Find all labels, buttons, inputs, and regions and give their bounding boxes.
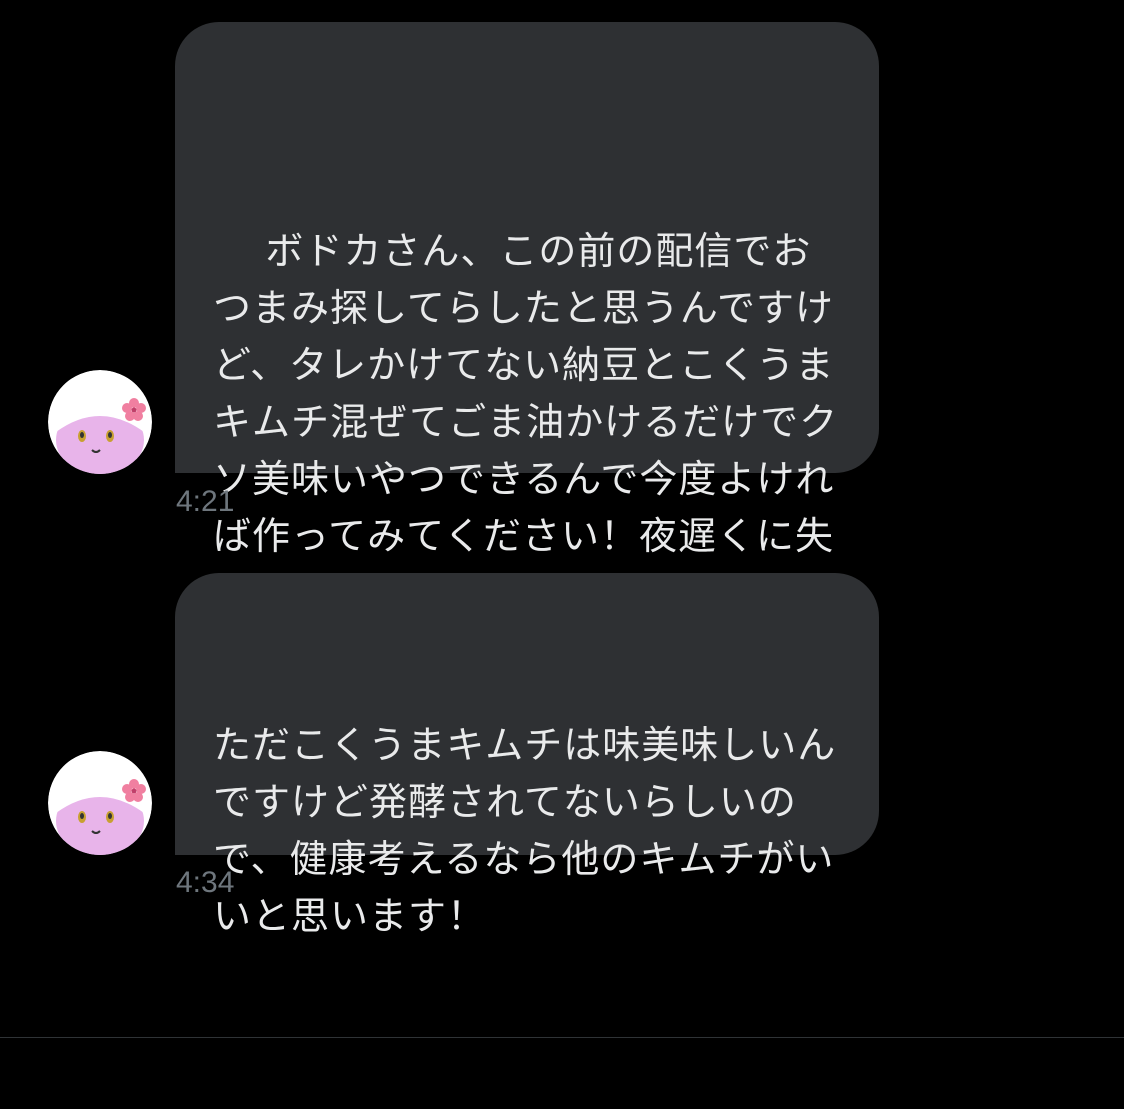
message-bubble[interactable]: ただこくうまキムチは味美味しいんですけど発酵されてないらしいので、健康考えるなら… (175, 573, 879, 938)
sender-avatar[interactable] (48, 370, 152, 474)
message-timestamp: 4:34 (176, 866, 235, 899)
avatar-character-icon (48, 370, 152, 474)
compose-bar (0, 1037, 1124, 1109)
avatar-character-icon (48, 751, 152, 855)
message-bubble[interactable]: ボドカさん、この前の配信でおつまみ探してらしたと思うんですけど、タレかけてない納… (175, 22, 879, 676)
sender-avatar[interactable] (48, 751, 152, 855)
message-timestamp: 4:21 (176, 485, 235, 518)
message-text: ただこくうまキムチは味美味しいんですけど発酵されてないらしいので、健康考えるなら… (213, 723, 837, 938)
